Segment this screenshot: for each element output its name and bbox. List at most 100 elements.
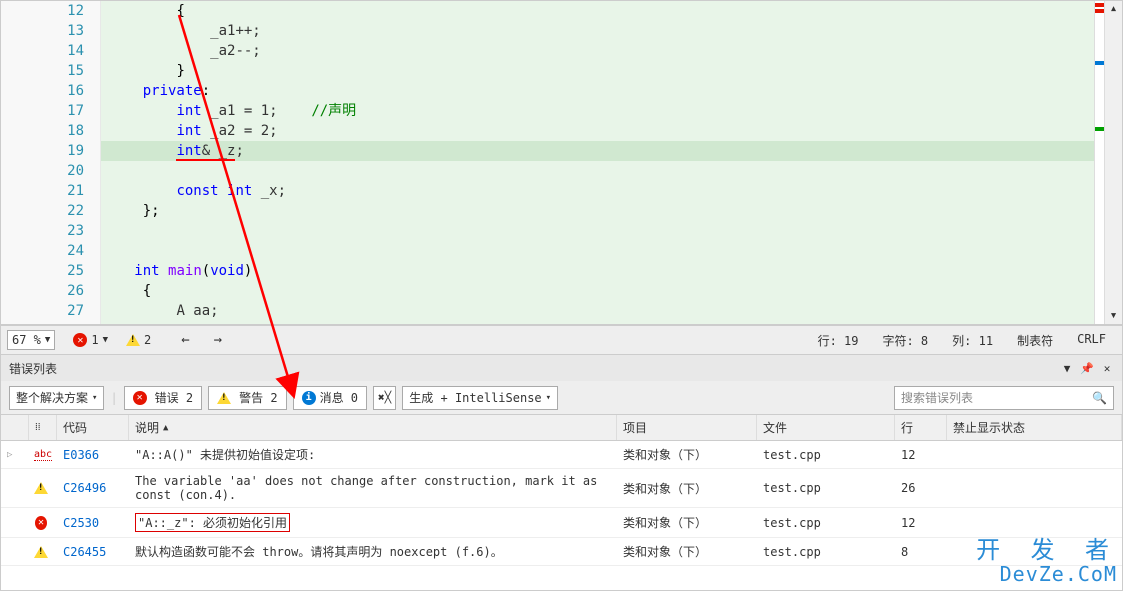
line-cell: 26 bbox=[895, 476, 947, 500]
line-cell: 12 bbox=[895, 443, 947, 467]
pin-icon[interactable]: 📌 bbox=[1080, 361, 1094, 375]
panel-title-bar: 错误列表 ▼ 📌 ✕ bbox=[1, 355, 1122, 381]
line-number: 18 bbox=[1, 121, 100, 141]
code-area[interactable]: { _a1++; _a2--; } private: int _a1 = 1; … bbox=[101, 1, 1094, 324]
overview-ruler[interactable] bbox=[1094, 1, 1104, 324]
clear-icon: ✖╳ bbox=[378, 391, 391, 404]
code-line[interactable]: A aa; bbox=[101, 301, 1094, 321]
line-number: 13 bbox=[1, 21, 100, 41]
col-icon[interactable]: ⁞⁞ bbox=[29, 415, 57, 440]
warning-count[interactable]: 2 bbox=[126, 333, 151, 347]
error-description: "A::A()" 未提供初始值设定项: bbox=[129, 441, 617, 468]
scope-combo[interactable]: 整个解决方案 ▾ bbox=[9, 386, 104, 410]
col-expand[interactable] bbox=[1, 415, 29, 440]
code-line[interactable]: private: bbox=[101, 81, 1094, 101]
nav-back-icon[interactable]: ← bbox=[181, 332, 189, 348]
clear-filter-button[interactable]: ✖╳ bbox=[373, 386, 396, 410]
line-number: 17 bbox=[1, 101, 100, 121]
error-grid: ⁞⁞ 代码 说明 ▲ 项目 文件 行 禁止显示状态 ▷ abc E0366"A::A… bbox=[1, 415, 1122, 590]
code-line[interactable]: }; bbox=[101, 201, 1094, 221]
suppress-cell bbox=[947, 547, 1122, 557]
info-icon: i bbox=[302, 391, 316, 405]
code-line[interactable]: { bbox=[101, 1, 1094, 21]
line-number: 19 bbox=[1, 141, 100, 161]
col-description[interactable]: 说明 ▲ bbox=[129, 415, 617, 440]
table-row[interactable]: C26496The variable 'aa' does not change … bbox=[1, 469, 1122, 508]
warnings-filter-button[interactable]: 警告 2 bbox=[208, 386, 286, 410]
warning-icon bbox=[34, 482, 48, 494]
error-description: The variable 'aa' does not change after … bbox=[129, 469, 617, 507]
suppress-cell bbox=[947, 518, 1122, 528]
messages-filter-button[interactable]: i 消息 0 bbox=[293, 386, 367, 410]
sort-asc-icon: ▲ bbox=[163, 423, 168, 433]
file-cell: test.cpp bbox=[757, 476, 895, 500]
error-icon: ✕ bbox=[35, 516, 47, 530]
error-icon: ✕ bbox=[73, 333, 87, 347]
code-line[interactable]: int main(void) bbox=[101, 261, 1094, 281]
expand-cell[interactable] bbox=[1, 518, 29, 528]
error-code[interactable]: C26455 bbox=[57, 540, 129, 564]
vertical-scrollbar[interactable]: ▴ ▾ bbox=[1104, 1, 1122, 324]
col-project[interactable]: 项目 bbox=[617, 415, 757, 440]
code-line[interactable]: int _a1 = 1; //声明 bbox=[101, 101, 1094, 121]
code-line[interactable]: int& _z; bbox=[101, 141, 1094, 161]
col-file[interactable]: 文件 bbox=[757, 415, 895, 440]
table-row[interactable]: ✕C2530"A::_z": 必须初始化引用类和对象（下）test.cpp12 bbox=[1, 508, 1122, 538]
panel-title: 错误列表 bbox=[9, 360, 57, 377]
editor-status-bar: 67 % ▼ ✕ 1 ▼ 2 ← → 行: 19 字符: 8 列: 11 制表符… bbox=[1, 325, 1122, 355]
error-code[interactable]: C26496 bbox=[57, 476, 129, 500]
error-code[interactable]: C2530 bbox=[57, 511, 129, 535]
code-line[interactable]: const int _x; bbox=[101, 181, 1094, 201]
intellisense-icon: abc bbox=[34, 449, 52, 461]
error-description: 默认构造函数可能不会 throw。请将其声明为 noexcept (f.6)。 bbox=[129, 538, 617, 565]
error-icon: ✕ bbox=[133, 391, 147, 405]
code-line[interactable] bbox=[101, 241, 1094, 261]
col-code[interactable]: 代码 bbox=[57, 415, 129, 440]
file-cell: test.cpp bbox=[757, 443, 895, 467]
code-editor: 12131415161718192021222324252627 { _a1++… bbox=[1, 1, 1122, 325]
warning-icon bbox=[217, 392, 231, 404]
line-number: 21 bbox=[1, 181, 100, 201]
col-suppress[interactable]: 禁止显示状态 bbox=[947, 415, 1122, 440]
error-count[interactable]: ✕ 1 ▼ bbox=[73, 333, 108, 347]
line-cell: 12 bbox=[895, 511, 947, 535]
close-icon[interactable]: ✕ bbox=[1100, 361, 1114, 375]
code-line[interactable]: _a2--; bbox=[101, 41, 1094, 61]
expand-cell[interactable] bbox=[1, 547, 29, 557]
build-filter-combo[interactable]: 生成 + IntelliSense ▾ bbox=[402, 386, 558, 410]
col-line[interactable]: 行 bbox=[895, 415, 947, 440]
code-line[interactable]: _a1++; bbox=[101, 21, 1094, 41]
dropdown-icon[interactable]: ▼ bbox=[1060, 361, 1074, 375]
scroll-down-icon[interactable]: ▾ bbox=[1110, 308, 1118, 324]
code-line[interactable] bbox=[101, 221, 1094, 241]
indent-mode: 制表符 bbox=[1017, 332, 1053, 349]
suppress-cell bbox=[947, 483, 1122, 493]
expand-cell[interactable] bbox=[1, 483, 29, 493]
line-number: 25 bbox=[1, 261, 100, 281]
table-row[interactable]: C26455默认构造函数可能不会 throw。请将其声明为 noexcept (… bbox=[1, 538, 1122, 566]
code-line[interactable]: { bbox=[101, 281, 1094, 301]
expand-cell[interactable]: ▷ bbox=[1, 445, 29, 465]
nav-forward-icon[interactable]: → bbox=[214, 332, 222, 348]
line-cell: 8 bbox=[895, 540, 947, 564]
search-input[interactable]: 搜索错误列表 🔍 bbox=[894, 386, 1114, 410]
code-line[interactable]: int _a2 = 2; bbox=[101, 121, 1094, 141]
code-line[interactable]: } bbox=[101, 61, 1094, 81]
line-number: 14 bbox=[1, 41, 100, 61]
chevron-down-icon: ▾ bbox=[92, 393, 97, 403]
line-number: 16 bbox=[1, 81, 100, 101]
project-cell: 类和对象（下） bbox=[617, 441, 757, 468]
line-number: 15 bbox=[1, 61, 100, 81]
table-row[interactable]: ▷ abc E0366"A::A()" 未提供初始值设定项:类和对象（下）test.… bbox=[1, 441, 1122, 469]
line-number: 20 bbox=[1, 161, 100, 181]
errors-filter-button[interactable]: ✕ 错误 2 bbox=[124, 386, 202, 410]
line-number: 27 bbox=[1, 301, 100, 321]
zoom-combo[interactable]: 67 % ▼ bbox=[7, 330, 55, 350]
scroll-up-icon[interactable]: ▴ bbox=[1110, 1, 1118, 17]
chevron-down-icon: ▾ bbox=[546, 393, 551, 403]
line-number: 12 bbox=[1, 1, 100, 21]
error-code[interactable]: E0366 bbox=[57, 443, 129, 467]
warning-icon bbox=[34, 546, 48, 558]
code-line[interactable] bbox=[101, 161, 1094, 181]
error-description: "A::_z": 必须初始化引用 bbox=[129, 508, 617, 537]
